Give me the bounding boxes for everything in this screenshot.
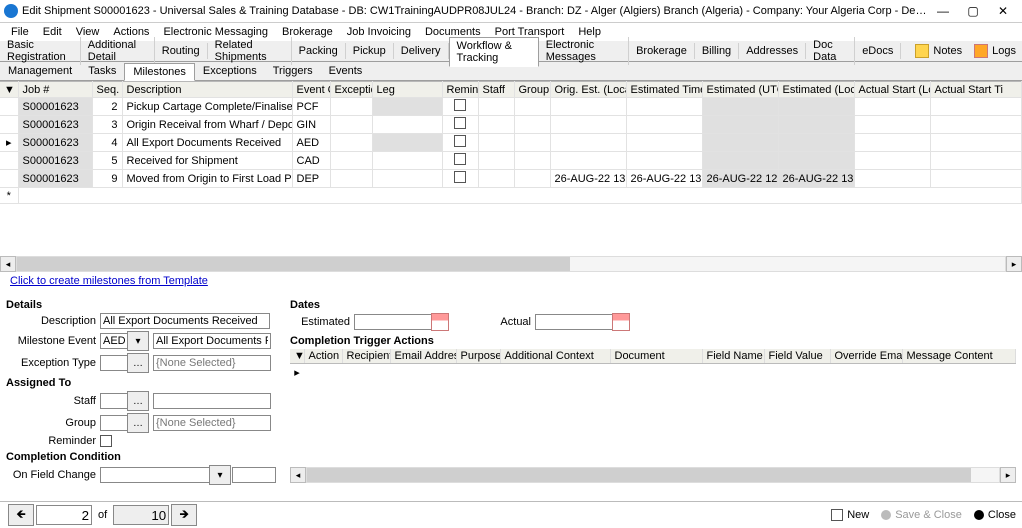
estimated-label: Estimated [290,316,354,328]
tab-related-shipments[interactable]: Related Shipments [208,37,292,65]
save-close-button[interactable]: Save & Close [881,509,962,521]
group-code-input[interactable] [100,415,128,431]
logs-button[interactable]: Logs [968,42,1022,60]
trigger-heading: Completion Trigger Actions [290,335,1016,347]
exception-lookup-button[interactable]: … [127,353,149,373]
window-title: Edit Shipment S00001623 - Universal Sale… [22,5,928,17]
reminder-checkbox[interactable] [454,153,466,165]
completion-heading: Completion Condition [6,451,280,463]
estimated-calendar-button[interactable] [431,313,449,331]
on-field-change-select[interactable] [100,467,210,483]
tab-routing[interactable]: Routing [155,43,208,59]
table-row[interactable]: S000016235Received for ShipmentCAD [0,152,1022,170]
staff-text-input[interactable] [153,393,271,409]
notes-button[interactable]: Notes [909,42,968,60]
subtab-events[interactable]: Events [321,63,371,79]
description-label: Description [6,315,100,327]
grid-horizontal-scrollbar[interactable]: ◂ ▸ [0,257,1022,271]
nav-prev-button[interactable]: 🡸 [8,504,34,526]
exception-text-input[interactable] [153,355,271,371]
subtab-exceptions[interactable]: Exceptions [195,63,265,79]
actual-calendar-button[interactable] [612,313,630,331]
event-code-input[interactable] [100,333,128,349]
new-row[interactable]: * [0,188,1022,204]
close-window-button[interactable]: ✕ [988,4,1018,18]
actual-date-input[interactable] [535,314,613,330]
milestone-event-label: Milestone Event [6,335,100,347]
new-button[interactable]: New [831,509,869,521]
tab-packing[interactable]: Packing [292,43,346,59]
on-field-change-extra[interactable] [232,467,276,483]
of-label: of [92,509,113,521]
minimize-button[interactable]: — [928,4,958,18]
staff-label: Staff [6,395,100,407]
dates-heading: Dates [290,299,1016,311]
bottom-bar: 🡸 of 🡺 New Save & Close Close [0,501,1022,528]
assigned-heading: Assigned To [6,377,280,389]
reminder-label: Reminder [6,435,100,447]
app-icon [4,4,18,18]
scroll-right-button[interactable]: ▸ [1006,256,1022,272]
on-field-change-label: On Field Change [6,469,100,481]
exception-type-label: Exception Type [6,357,100,369]
page-number-input[interactable] [36,505,92,525]
reminder-checkbox[interactable] [454,171,466,183]
exception-code-input[interactable] [100,355,128,371]
nav-next-button[interactable]: 🡺 [171,504,197,526]
menu-job-invoicing[interactable]: Job Invoicing [340,26,418,38]
tab-edocs[interactable]: eDocs [855,43,901,59]
table-row[interactable]: S000016232Pickup Cartage Complete/Finali… [0,98,1022,116]
subtab-triggers[interactable]: Triggers [265,63,321,79]
event-text-input[interactable] [153,333,271,349]
tab-doc-data[interactable]: Doc Data [806,37,855,65]
maximize-button[interactable]: ▢ [958,4,988,18]
subtab-milestones[interactable]: Milestones [124,63,195,81]
tab-basic-registration[interactable]: Basic Registration [0,37,81,65]
page-total [113,505,169,525]
tab-billing[interactable]: Billing [695,43,739,59]
trigger-scroll-right[interactable]: ▸ [1000,467,1016,483]
close-button[interactable]: Close [974,509,1016,521]
tab-delivery[interactable]: Delivery [394,43,449,59]
tab-electronic-messages[interactable]: Electronic Messages [539,37,629,65]
group-label: Group [6,417,100,429]
reminder-checkbox[interactable] [454,117,466,129]
tab-addresses[interactable]: Addresses [739,43,806,59]
reminder-detail-checkbox[interactable] [100,435,112,447]
actual-label: Actual [449,316,535,328]
trigger-scroll-left[interactable]: ◂ [290,467,306,483]
description-input[interactable] [100,313,270,329]
group-text-input[interactable] [153,415,271,431]
trigger-grid[interactable]: ▼ ActionRecipientEmail AddressPurposeAdd… [290,349,1016,380]
details-heading: Details [6,299,280,311]
primary-tabstrip: Basic Registration Additional Detail Rou… [0,41,1022,62]
event-dropdown-button[interactable]: ▾ [127,331,149,351]
subtab-tasks[interactable]: Tasks [80,63,124,79]
table-row[interactable]: S000016239Moved from Origin to First Loa… [0,170,1022,188]
tab-brokerage[interactable]: Brokerage [629,43,695,59]
reminder-checkbox[interactable] [454,135,466,147]
staff-lookup-button[interactable]: … [127,391,149,411]
table-row[interactable]: S000016233Origin Receival from Wharf / D… [0,116,1022,134]
trigger-horizontal-scrollbar[interactable]: ◂ ▸ [290,468,1016,482]
milestones-grid[interactable]: ▼ Job #Seq.DescriptionEvent CoExceptionL… [0,81,1022,257]
tab-additional-detail[interactable]: Additional Detail [81,37,155,65]
estimated-date-input[interactable] [354,314,432,330]
create-from-template-link[interactable]: Click to create milestones from Template [0,271,218,291]
subtab-management[interactable]: Management [0,63,80,79]
group-lookup-button[interactable]: … [127,413,149,433]
staff-code-input[interactable] [100,393,128,409]
table-row[interactable]: ▸S000016234All Export Documents Received… [0,134,1022,152]
logs-icon [974,44,988,58]
tab-pickup[interactable]: Pickup [346,43,394,59]
notes-icon [915,44,929,58]
reminder-checkbox[interactable] [454,99,466,111]
on-field-change-dropdown[interactable]: ▾ [209,465,231,485]
scroll-left-button[interactable]: ◂ [0,256,16,272]
tab-workflow-tracking[interactable]: Workflow & Tracking [449,37,539,67]
grid-header-row: ▼ Job #Seq.DescriptionEvent CoExceptionL… [0,82,1022,98]
